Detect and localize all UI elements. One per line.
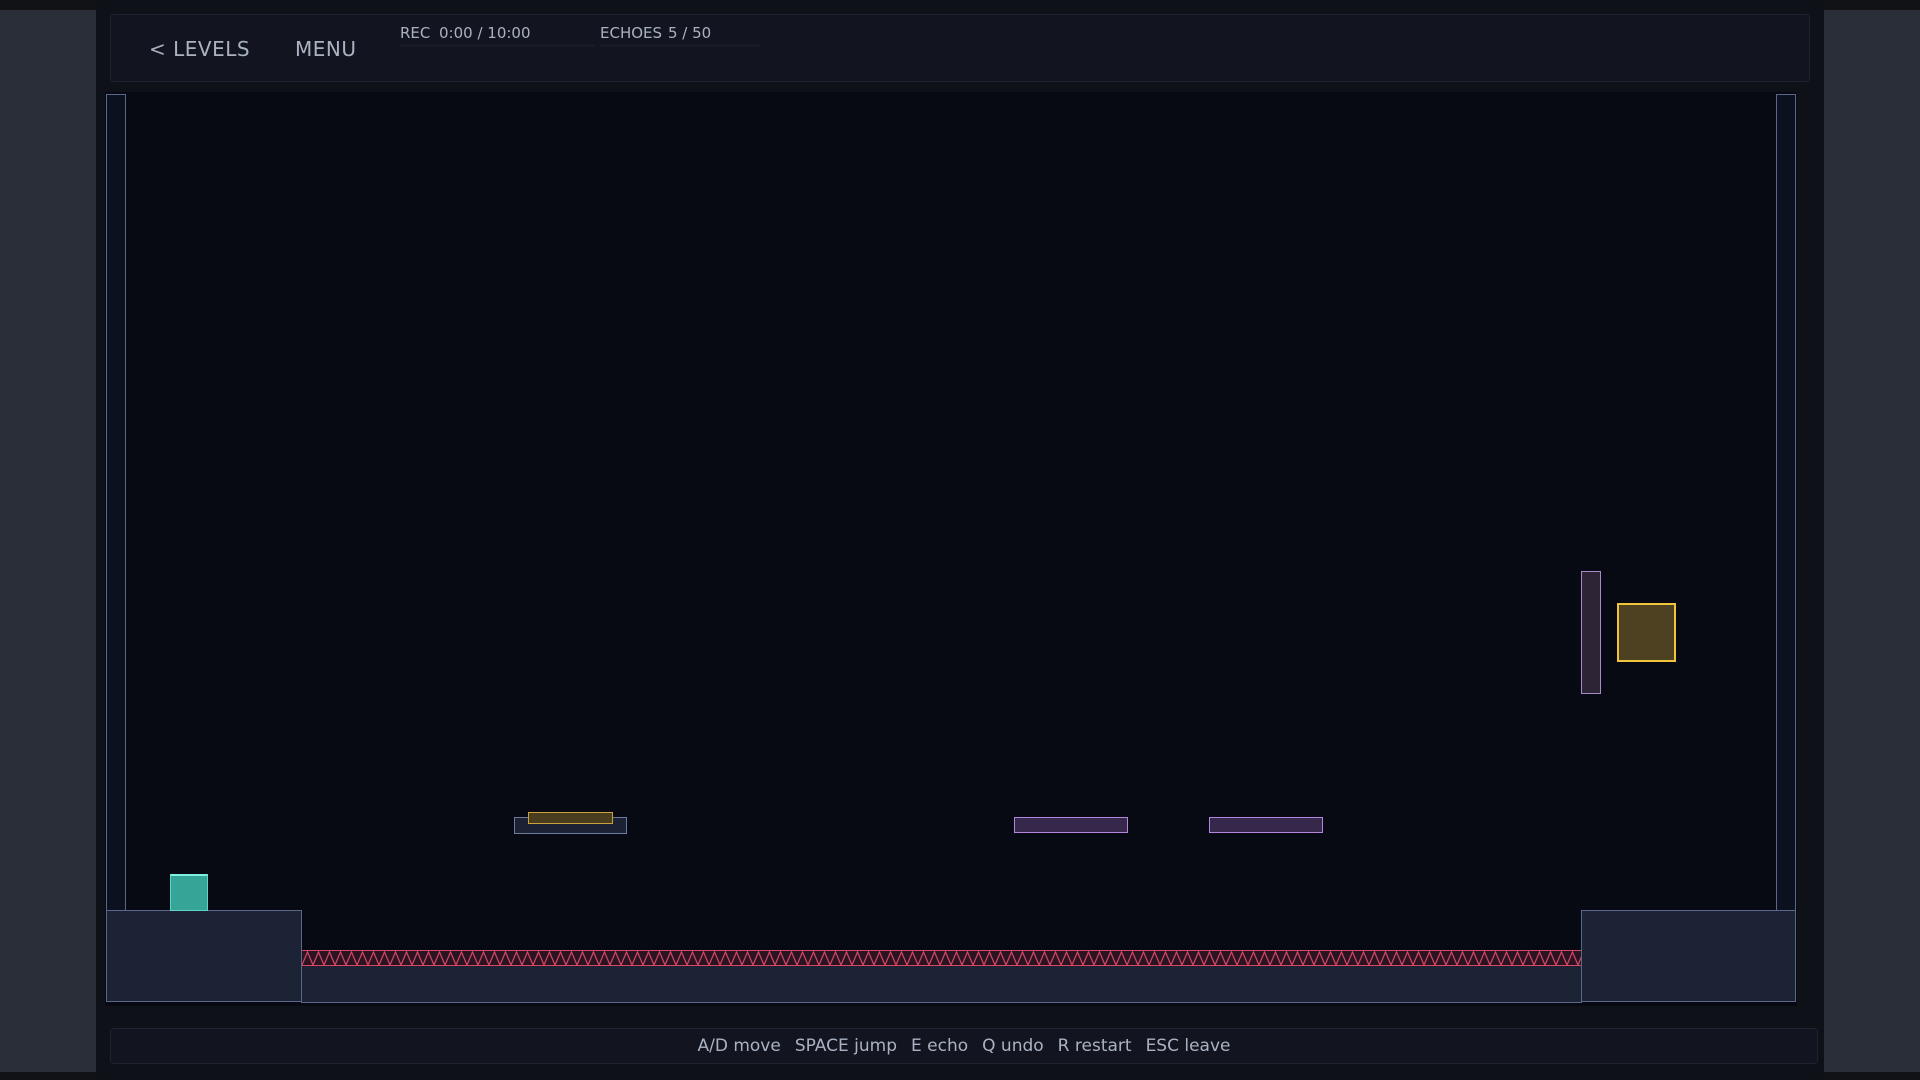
goal-block xyxy=(1617,603,1676,662)
echoes-label: ECHOES xyxy=(600,24,663,42)
echo-platform-2 xyxy=(1209,817,1323,833)
control-hint-move: A/D move xyxy=(697,1036,781,1056)
rec-label: REC xyxy=(400,24,431,42)
rec-timer: 0:00 / 10:00 xyxy=(439,24,531,42)
control-hint-restart: R restart xyxy=(1057,1036,1132,1056)
echo-platform-1 xyxy=(1014,817,1128,833)
control-hint-jump: SPACE jump xyxy=(794,1036,897,1056)
spikes-icon xyxy=(302,951,1581,965)
menu-button[interactable]: MENU xyxy=(295,37,357,61)
spike-hazard xyxy=(302,950,1581,966)
control-hint-undo: Q undo xyxy=(982,1036,1044,1056)
level-arena xyxy=(105,92,1797,1006)
pressure-plate xyxy=(528,812,613,824)
controls-list: A/D move SPACE jump E echo Q undo R rest… xyxy=(111,1029,1817,1063)
echoes-count: 5 / 50 xyxy=(668,24,712,42)
player-character xyxy=(170,874,208,911)
door-gate xyxy=(1581,571,1601,694)
control-hint-leave: ESC leave xyxy=(1145,1036,1231,1056)
pit-floor xyxy=(301,966,1582,1003)
echoes-progress-bar xyxy=(600,44,760,47)
levels-back-button[interactable]: < LEVELS xyxy=(149,37,250,61)
right-wall xyxy=(1776,94,1796,912)
left-wall xyxy=(106,94,126,912)
start-floor-block xyxy=(106,910,302,1002)
controls-footer: A/D move SPACE jump E echo Q undo R rest… xyxy=(110,1028,1818,1064)
end-floor-block xyxy=(1581,910,1796,1002)
rec-progress-bar xyxy=(400,44,594,47)
hud-bar: < LEVELS MENU REC 0:00 / 10:00 ECHOES 5 … xyxy=(110,14,1810,82)
control-hint-echo: E echo xyxy=(911,1036,969,1056)
